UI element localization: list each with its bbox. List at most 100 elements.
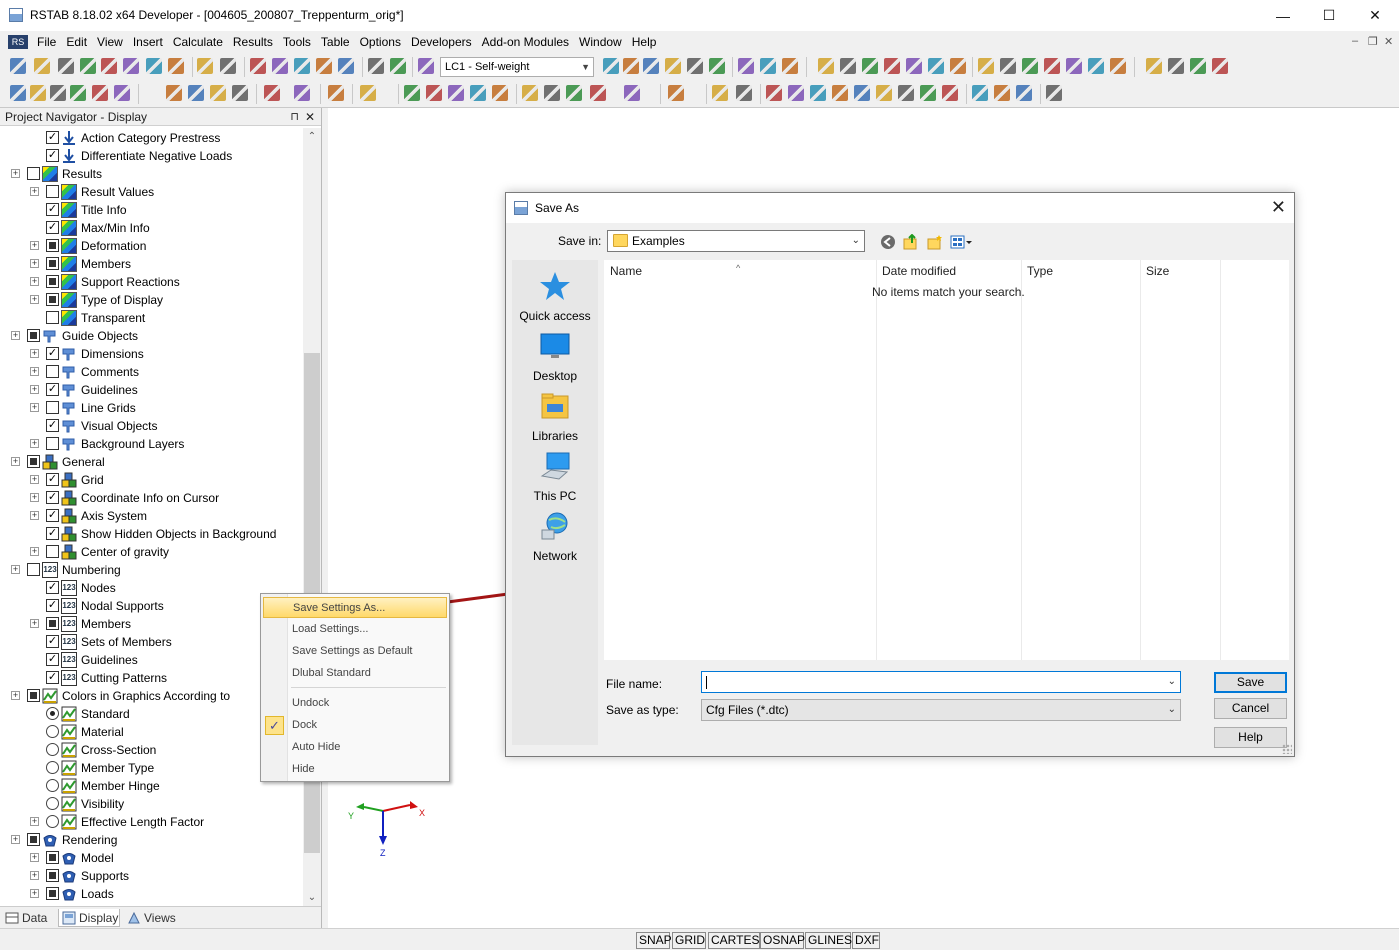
save-in-select[interactable]: Examples ⌄ <box>607 230 865 252</box>
status-cartes-button[interactable]: CARTES <box>708 932 760 949</box>
menu-file[interactable]: File <box>37 35 56 49</box>
checkbox[interactable] <box>27 167 40 180</box>
tree-item-standard[interactable]: Standard <box>0 705 303 723</box>
menu-results[interactable]: Results <box>233 35 273 49</box>
tree-item-guidelines[interactable]: +✓Guidelines <box>0 381 303 399</box>
main-tool-17-icon[interactable] <box>338 58 354 74</box>
checkbox[interactable] <box>46 617 59 630</box>
tree-item-rendering[interactable]: +Rendering <box>0 831 303 849</box>
checkbox[interactable] <box>46 311 59 324</box>
main-tool-11-icon[interactable] <box>220 58 236 74</box>
document-icon[interactable]: RS <box>8 35 28 49</box>
checkbox[interactable] <box>27 455 40 468</box>
checkbox[interactable]: ✓ <box>46 635 59 648</box>
secondary-tool-35-icon[interactable] <box>736 85 752 101</box>
secondary-tool-42-icon[interactable] <box>876 85 892 101</box>
chevron-down-icon[interactable]: ⌄ <box>1168 672 1176 692</box>
radio-button[interactable] <box>46 761 59 774</box>
pin-icon[interactable]: ⊓ <box>290 108 299 126</box>
secondary-tool-32-icon[interactable] <box>668 85 684 101</box>
secondary-tool-38-icon[interactable] <box>788 85 804 101</box>
checkbox[interactable]: ✓ <box>46 581 59 594</box>
main-tool-40-icon[interactable] <box>950 58 966 74</box>
checkbox[interactable] <box>46 293 59 306</box>
place-desktop[interactable]: Desktop <box>512 330 598 383</box>
main-tool-31-icon[interactable] <box>760 58 776 74</box>
main-tool-37-icon[interactable] <box>884 58 900 74</box>
radio-button[interactable] <box>46 707 59 720</box>
column-name[interactable]: Name^ <box>604 260 874 282</box>
expand-toggle-icon[interactable]: + <box>30 871 39 880</box>
secondary-tool-9-icon[interactable] <box>188 85 204 101</box>
secondary-tool-34-icon[interactable] <box>712 85 728 101</box>
main-tool-53-icon[interactable] <box>1212 58 1228 74</box>
main-tool-35-icon[interactable] <box>840 58 856 74</box>
tree-item-members[interactable]: +Members <box>0 255 303 273</box>
expand-toggle-icon[interactable]: + <box>30 439 39 448</box>
close-button[interactable]: ✕ <box>1352 0 1398 31</box>
secondary-tool-3-icon[interactable] <box>50 85 66 101</box>
expand-toggle-icon[interactable]: + <box>30 511 39 520</box>
tree-item-max-min-info[interactable]: ✓Max/Min Info <box>0 219 303 237</box>
tree-item-type-of-display[interactable]: +Type of Display <box>0 291 303 309</box>
status-grid-button[interactable]: GRID <box>672 932 706 949</box>
navigator-close-button[interactable]: ✕ <box>305 108 315 126</box>
secondary-tool-8-icon[interactable] <box>166 85 182 101</box>
main-tool-30-icon[interactable] <box>738 58 754 74</box>
status-snap-button[interactable]: SNAP <box>636 932 670 949</box>
secondary-tool-1-icon[interactable] <box>10 85 26 101</box>
menu-insert[interactable]: Insert <box>133 35 163 49</box>
place-network[interactable]: Network <box>512 510 598 563</box>
tab-views[interactable]: Views <box>124 909 180 927</box>
checkbox[interactable]: ✓ <box>46 509 59 522</box>
tree-item-loads[interactable]: +Loads <box>0 885 303 903</box>
mdi-close-button[interactable]: ✕ <box>1384 35 1393 48</box>
secondary-tool-28-icon[interactable] <box>566 85 582 101</box>
radio-button[interactable] <box>46 725 59 738</box>
tree-item-deformation[interactable]: +Deformation <box>0 237 303 255</box>
expand-toggle-icon[interactable]: + <box>30 349 39 358</box>
main-tool-19-icon[interactable] <box>368 58 384 74</box>
expand-toggle-icon[interactable]: + <box>30 259 39 268</box>
checkbox[interactable] <box>46 365 59 378</box>
status-glines-button[interactable]: GLINES <box>805 932 851 949</box>
checkbox[interactable]: ✓ <box>46 383 59 396</box>
radio-button[interactable] <box>46 815 59 828</box>
mdi-restore-button[interactable]: ❐ <box>1368 35 1378 48</box>
maximize-button[interactable]: ☐ <box>1306 0 1352 31</box>
navigator-scrollbar[interactable]: ⌃ ⌄ <box>303 128 321 906</box>
tree-item-results[interactable]: +Results <box>0 165 303 183</box>
checkbox[interactable]: ✓ <box>46 527 59 540</box>
secondary-tool-2-icon[interactable] <box>30 85 46 101</box>
tree-item-cutting-patterns[interactable]: ✓123Cutting Patterns <box>0 669 303 687</box>
column-type[interactable]: Type <box>1021 260 1141 282</box>
secondary-tool-27-icon[interactable] <box>544 85 560 101</box>
expand-toggle-icon[interactable]: + <box>30 547 39 556</box>
menu-item-auto-hide[interactable]: Auto Hide <box>263 737 447 758</box>
checkbox[interactable]: ✓ <box>46 599 59 612</box>
up-folder-icon[interactable] <box>903 234 919 250</box>
main-tool-26-icon[interactable] <box>665 58 681 74</box>
main-tool-32-icon[interactable] <box>782 58 798 74</box>
tree-item-action-category-prestress[interactable]: ✓Action Category Prestress <box>0 129 303 147</box>
main-tool-15-icon[interactable] <box>294 58 310 74</box>
main-tool-4-icon[interactable] <box>80 58 96 74</box>
main-tool-51-icon[interactable] <box>1168 58 1184 74</box>
main-tool-24-icon[interactable] <box>623 58 639 74</box>
tree-item-visibility[interactable]: Visibility <box>0 795 303 813</box>
expand-toggle-icon[interactable]: + <box>30 817 39 826</box>
main-tool-39-icon[interactable] <box>928 58 944 74</box>
back-icon[interactable] <box>880 234 896 250</box>
menu-options[interactable]: Options <box>360 35 401 49</box>
secondary-tool-47-icon[interactable] <box>972 85 988 101</box>
tree-item-show-hidden-objects-in-background[interactable]: ✓Show Hidden Objects in Background <box>0 525 303 543</box>
main-tool-6-icon[interactable] <box>123 58 139 74</box>
menu-item-hide[interactable]: Hide <box>263 759 447 780</box>
expand-toggle-icon[interactable]: + <box>30 187 39 196</box>
tree-item-title-info[interactable]: ✓Title Info <box>0 201 303 219</box>
menu-help[interactable]: Help <box>632 35 657 49</box>
main-tool-36-icon[interactable] <box>862 58 878 74</box>
secondary-tool-14-icon[interactable] <box>294 85 310 101</box>
secondary-tool-21-icon[interactable] <box>426 85 442 101</box>
scroll-down-icon[interactable]: ⌄ <box>303 889 321 906</box>
